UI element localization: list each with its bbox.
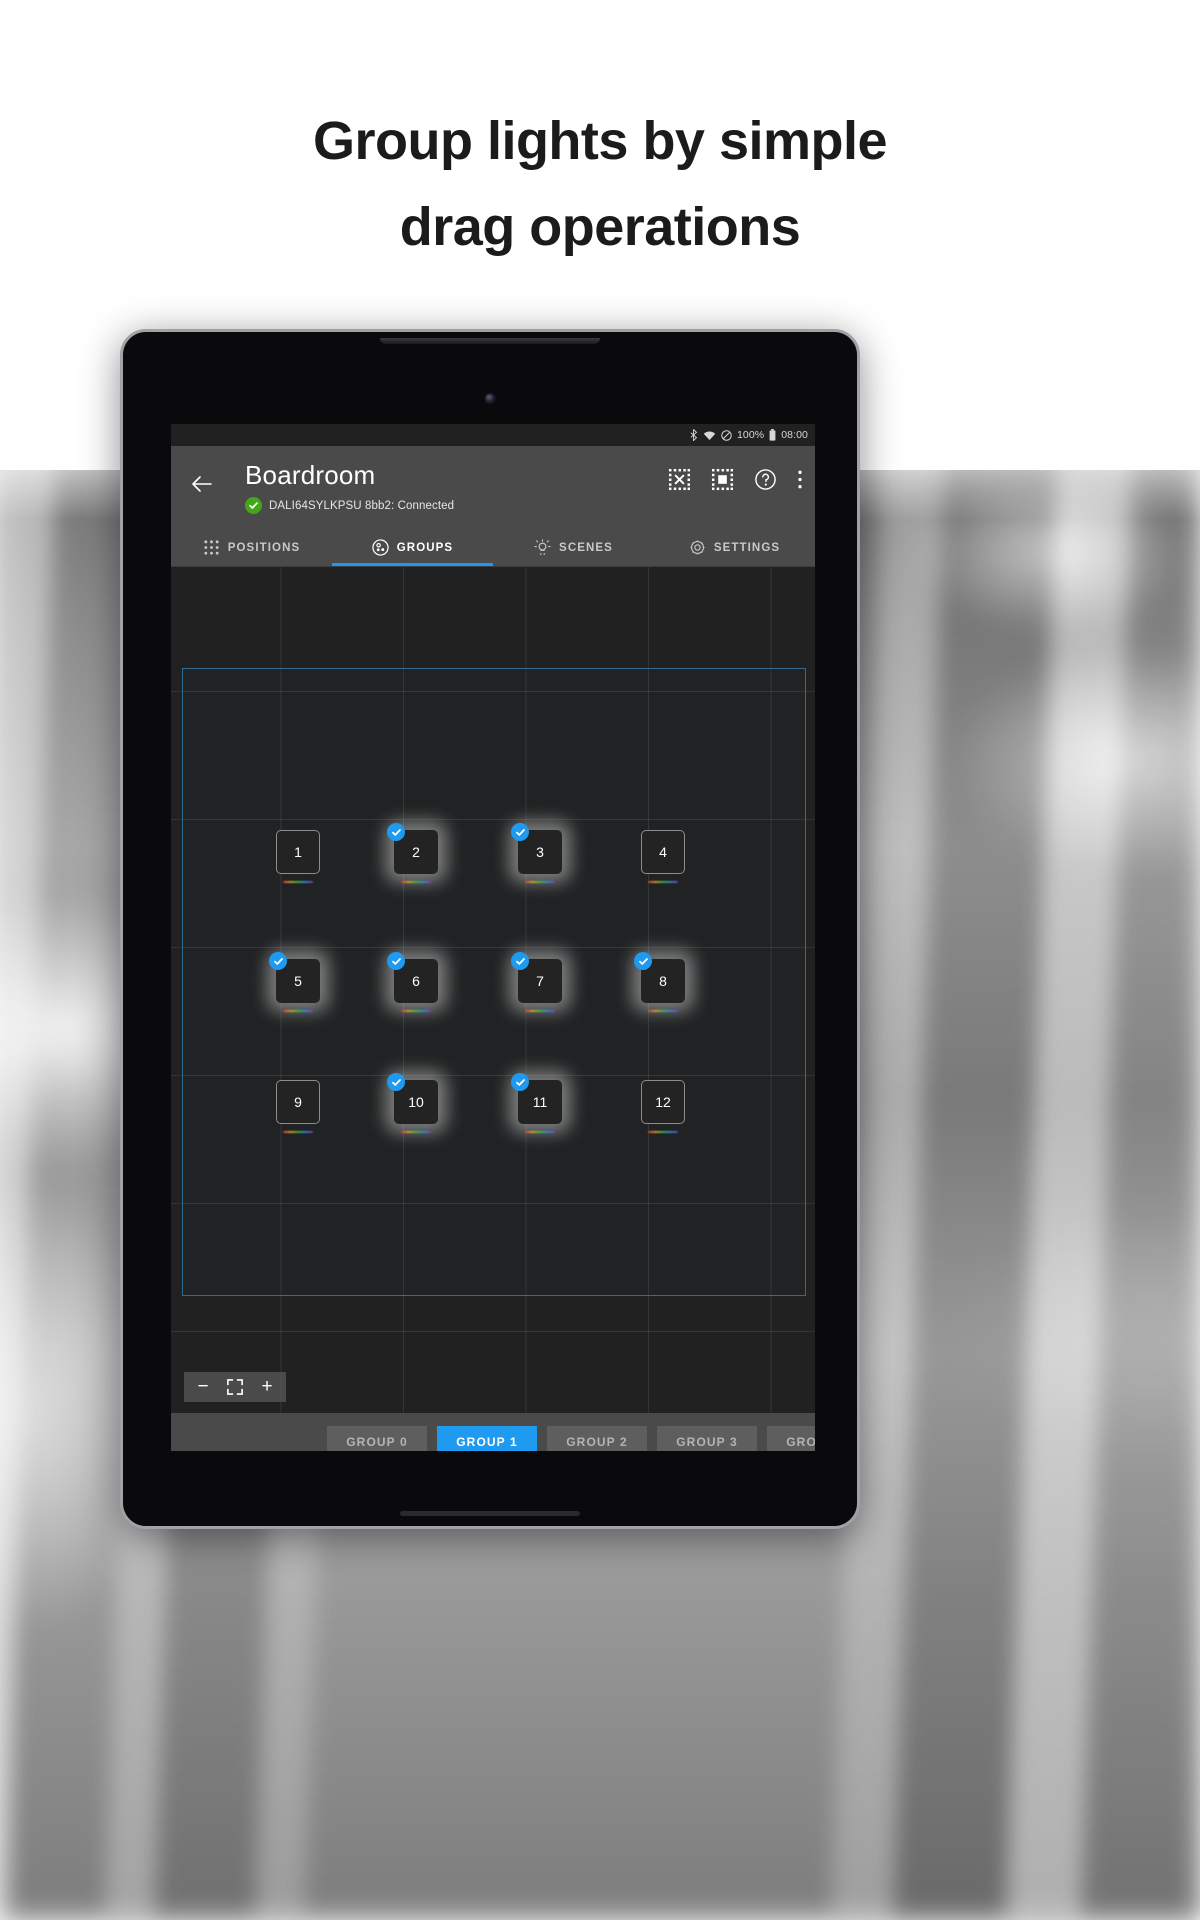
light-color-strip xyxy=(648,1009,678,1012)
selected-check-icon xyxy=(269,952,287,970)
light-color-strip xyxy=(525,1130,555,1133)
light-color-strip xyxy=(283,1130,313,1133)
do-not-disturb-icon xyxy=(721,429,732,441)
light-color-strip xyxy=(401,880,431,883)
scenes-bulb-icon xyxy=(534,539,551,556)
light-color-strip xyxy=(525,880,555,883)
tab-groups-label: GROUPS xyxy=(396,541,454,554)
group-button[interactable]: GROUP 1 xyxy=(437,1426,537,1451)
light-node-label: 9 xyxy=(276,1080,320,1124)
group-button[interactable]: GROUP 3 xyxy=(657,1426,757,1451)
battery-percent-label: 100% xyxy=(736,429,765,441)
selected-check-icon xyxy=(634,952,652,970)
light-node[interactable]: 3 xyxy=(511,823,562,883)
selected-check-icon xyxy=(511,1073,529,1091)
selected-check-icon xyxy=(387,1073,405,1091)
tablet-screen: 100% 08:00 Boardroom DALI64SYLKPSU 8bb2:… xyxy=(171,424,815,1451)
light-node[interactable]: 8 xyxy=(634,952,685,1012)
connection-status-label: DALI64SYLKPSU 8bb2: Connected xyxy=(269,499,455,512)
light-layout-canvas[interactable]: 1 2 3 4 5 6 7 8 9 10 11 12 − + xyxy=(171,567,815,1413)
group-button[interactable]: GROUP 2 xyxy=(547,1426,647,1451)
front-camera-icon xyxy=(485,394,495,403)
device-home-indicator xyxy=(400,1511,580,1516)
tab-groups[interactable]: GROUPS xyxy=(332,529,493,566)
headline-line-2: drag operations xyxy=(399,197,801,257)
selected-check-icon xyxy=(511,952,529,970)
tab-settings-label: SETTINGS xyxy=(713,541,781,554)
light-color-strip xyxy=(401,1130,431,1133)
group-button[interactable]: GROUP 0 xyxy=(327,1426,427,1451)
group-selector-bar: GROUP 0 GROUP 1 GROUP 2 GROUP 3 GROUP 4 xyxy=(171,1413,815,1451)
light-color-strip xyxy=(283,1009,313,1012)
zoom-controls: − + xyxy=(184,1372,286,1402)
zoom-out-button[interactable]: − xyxy=(188,1372,218,1402)
light-color-strip xyxy=(283,880,313,883)
light-node[interactable]: 2 xyxy=(387,823,438,883)
selected-check-icon xyxy=(387,952,405,970)
light-node[interactable]: 11 xyxy=(511,1073,562,1133)
light-node[interactable]: 10 xyxy=(387,1073,438,1133)
light-color-strip xyxy=(525,1009,555,1012)
tab-positions[interactable]: POSITIONS xyxy=(171,529,332,566)
deselect-all-icon[interactable] xyxy=(668,468,691,491)
light-node-label: 4 xyxy=(641,830,685,874)
tab-bar: POSITIONS GROUPS SCENES SETTINGS xyxy=(171,529,815,567)
light-node[interactable]: 7 xyxy=(511,952,562,1012)
light-node[interactable]: 5 xyxy=(269,952,320,1012)
light-node-label: 1 xyxy=(276,830,320,874)
back-arrow-icon[interactable] xyxy=(189,471,215,497)
settings-gear-icon xyxy=(689,539,706,556)
light-node[interactable]: 9 xyxy=(276,1080,320,1133)
headline-line-1: Group lights by simple xyxy=(312,111,888,171)
promo-headline: Group lights by simple drag operations xyxy=(0,98,1200,270)
zoom-in-button[interactable]: + xyxy=(252,1372,282,1402)
bluetooth-icon xyxy=(689,429,698,441)
device-speaker xyxy=(380,338,600,344)
wifi-icon xyxy=(703,430,716,441)
group-button[interactable]: GROUP 4 xyxy=(767,1426,815,1451)
light-node[interactable]: 6 xyxy=(387,952,438,1012)
connection-status-row: DALI64SYLKPSU 8bb2: Connected xyxy=(245,497,454,514)
battery-full-icon xyxy=(769,429,776,441)
light-color-strip xyxy=(648,1130,678,1133)
android-status-bar: 100% 08:00 xyxy=(171,424,815,446)
light-node[interactable]: 12 xyxy=(641,1080,685,1133)
overflow-menu-icon[interactable] xyxy=(797,468,803,491)
light-node[interactable]: 4 xyxy=(641,830,685,883)
tab-scenes[interactable]: SCENES xyxy=(493,529,654,566)
groups-icon xyxy=(372,539,389,556)
light-node[interactable]: 1 xyxy=(276,830,320,883)
tab-positions-label: POSITIONS xyxy=(227,541,301,554)
fit-screen-icon[interactable] xyxy=(220,1372,250,1402)
app-bar: Boardroom DALI64SYLKPSU 8bb2: Connected xyxy=(171,446,815,529)
clock-label: 08:00 xyxy=(781,429,808,441)
positions-grid-icon xyxy=(203,539,220,556)
light-color-strip xyxy=(401,1009,431,1012)
app-bar-actions xyxy=(668,468,803,491)
help-icon[interactable] xyxy=(754,468,777,491)
tab-scenes-label: SCENES xyxy=(559,541,613,554)
light-color-strip xyxy=(648,880,678,883)
tablet-device-frame: 100% 08:00 Boardroom DALI64SYLKPSU 8bb2:… xyxy=(120,329,860,1529)
connected-check-icon xyxy=(245,497,262,514)
tab-settings[interactable]: SETTINGS xyxy=(654,529,815,566)
selected-check-icon xyxy=(511,823,529,841)
selected-check-icon xyxy=(387,823,405,841)
page-title: Boardroom xyxy=(245,460,376,490)
light-node-label: 12 xyxy=(641,1080,685,1124)
select-all-icon[interactable] xyxy=(711,468,734,491)
